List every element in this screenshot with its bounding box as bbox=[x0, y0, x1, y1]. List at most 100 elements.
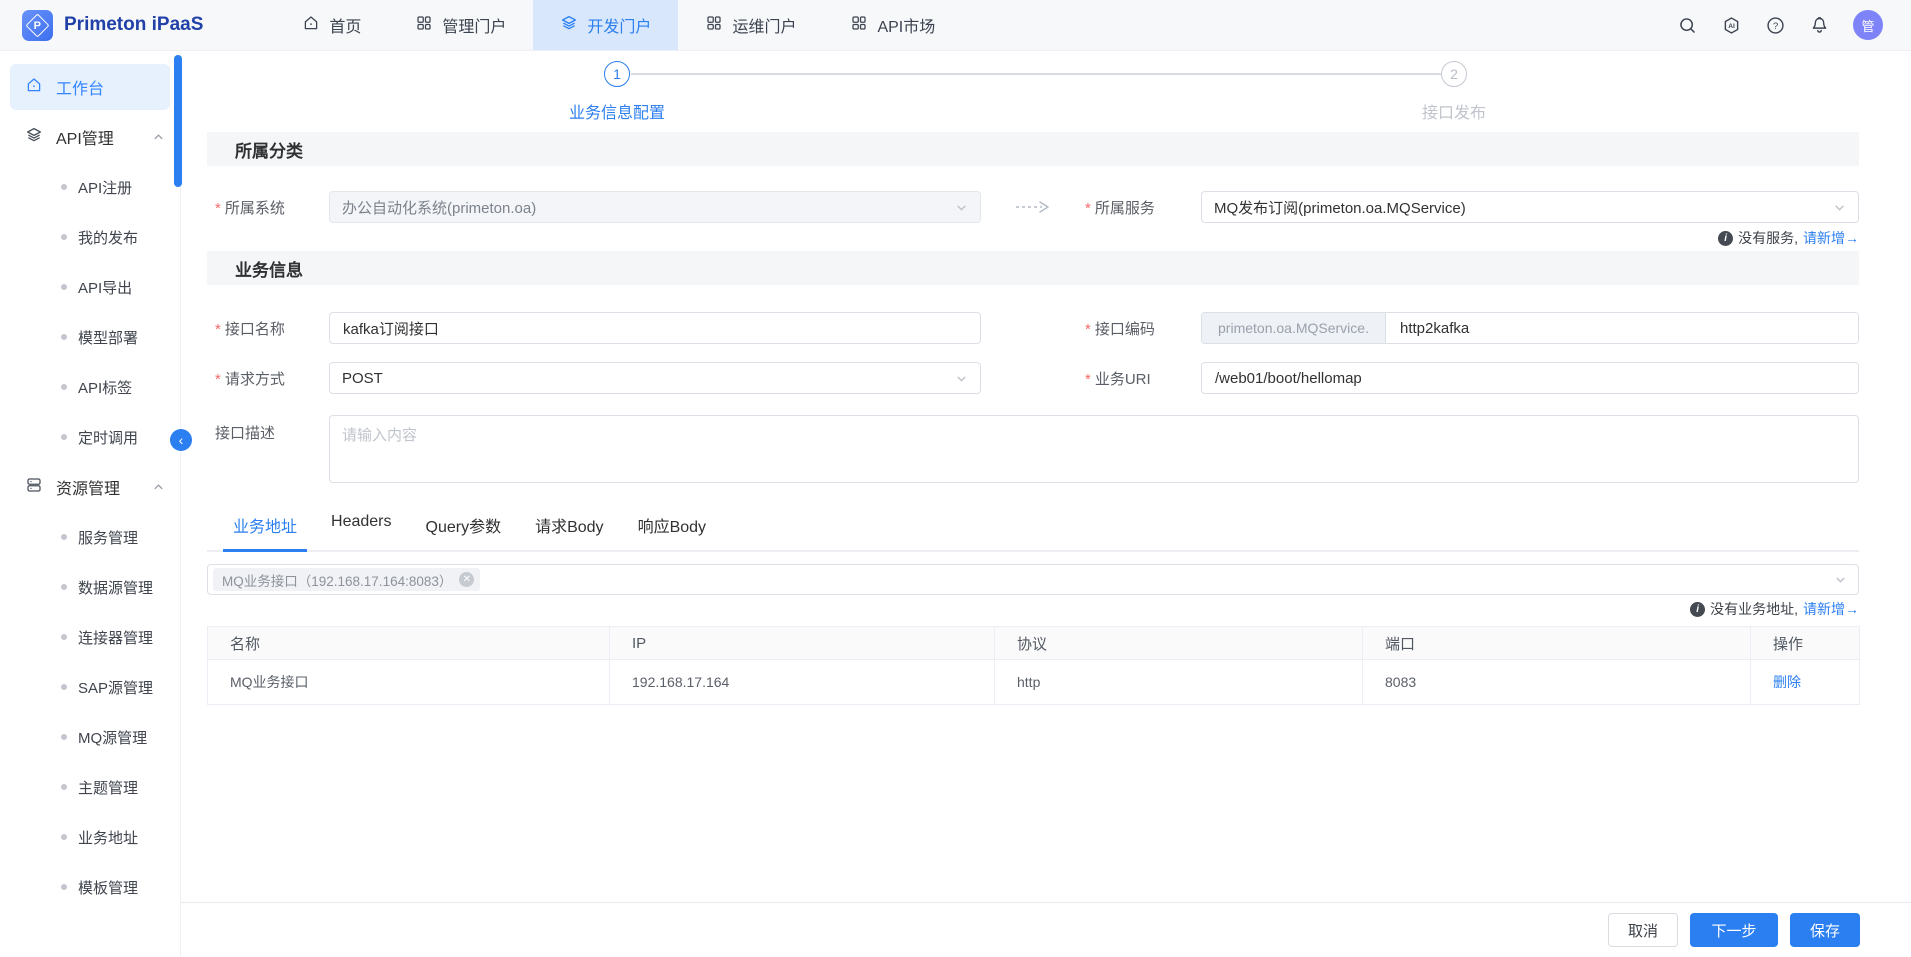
form-footer: 取消 下一步 保存 bbox=[181, 902, 1911, 957]
notice-text: 没有服务, bbox=[1738, 228, 1798, 248]
bullet-icon bbox=[61, 384, 67, 390]
sidebar-item-business-address[interactable]: 业务地址 bbox=[0, 812, 180, 862]
add-service-link[interactable]: 请新增→ bbox=[1803, 228, 1859, 248]
home-icon bbox=[302, 14, 320, 37]
chevron-down-icon bbox=[1834, 573, 1847, 586]
field-label-desc: 接口描述 bbox=[207, 415, 329, 443]
address-tag-chip: MQ业务接口（192.168.17.164:8083） ✕ bbox=[213, 568, 480, 591]
api-code-input[interactable] bbox=[1386, 313, 1858, 343]
sidebar-item-topic-management[interactable]: 主题管理 bbox=[0, 762, 180, 812]
bullet-icon bbox=[61, 334, 67, 340]
home-icon bbox=[25, 76, 43, 99]
sidebar-item-model-deploy[interactable]: 模型部署 bbox=[0, 312, 180, 362]
sidebar-group-api-management[interactable]: API管理 bbox=[0, 112, 180, 162]
business-address-select[interactable]: MQ业务接口（192.168.17.164:8083） ✕ bbox=[207, 564, 1859, 595]
sidebar-item-label: API导出 bbox=[78, 277, 132, 298]
sidebar-item-label: 主题管理 bbox=[78, 777, 138, 798]
bullet-icon bbox=[61, 534, 67, 540]
tab-business-address[interactable]: 业务地址 bbox=[223, 513, 307, 552]
nav-item-api-market[interactable]: API市场 bbox=[823, 0, 962, 50]
sidebar-item-workbench[interactable]: 工作台 bbox=[10, 64, 170, 110]
sidebar-item-my-publish[interactable]: 我的发布 bbox=[0, 212, 180, 262]
nav-item-dev-portal[interactable]: 开发门户 bbox=[533, 0, 678, 50]
system-select[interactable]: 办公自动化系统(primeton.oa) bbox=[329, 191, 981, 223]
field-label-api-code: 接口编码 bbox=[1085, 318, 1201, 339]
col-header-port: 端口 bbox=[1363, 627, 1751, 660]
step-2-circle: 2 bbox=[1441, 61, 1467, 87]
bullet-icon bbox=[61, 184, 67, 190]
bullet-icon bbox=[61, 284, 67, 290]
close-icon[interactable]: ✕ bbox=[459, 572, 474, 587]
address-tag-label: MQ业务接口（192.168.17.164:8083） bbox=[222, 570, 452, 590]
sidebar-item-mq-source-management[interactable]: MQ源管理 bbox=[0, 712, 180, 762]
bullet-icon bbox=[61, 234, 67, 240]
service-select-value: MQ发布订阅(primeton.oa.MQService) bbox=[1214, 197, 1466, 218]
tab-query-params[interactable]: Query参数 bbox=[416, 513, 512, 550]
service-select[interactable]: MQ发布订阅(primeton.oa.MQService) bbox=[1201, 191, 1859, 223]
sidebar: 工作台 API管理 API注册 我的发布 API导出 模型部署 API标签 定时… bbox=[0, 51, 181, 957]
field-label-uri: 业务URI bbox=[1085, 368, 1201, 389]
bullet-icon bbox=[61, 884, 67, 890]
scrollbar-thumb[interactable] bbox=[174, 55, 182, 187]
help-icon[interactable]: ? bbox=[1765, 15, 1786, 36]
sidebar-item-api-tags[interactable]: API标签 bbox=[0, 362, 180, 412]
main-panel: 1 2 业务信息配置 接口发布 所属分类 所属系统 办公自动化系统(primet… bbox=[181, 51, 1911, 957]
cell-protocol: http bbox=[995, 660, 1363, 705]
sidebar-item-label: 模板管理 bbox=[78, 877, 138, 898]
field-label-api-name: 接口名称 bbox=[207, 318, 329, 339]
search-icon[interactable] bbox=[1677, 15, 1698, 36]
save-button[interactable]: 保存 bbox=[1790, 913, 1860, 947]
col-header-ip: IP bbox=[610, 627, 995, 660]
grid-icon bbox=[415, 14, 433, 37]
sidebar-item-service-management[interactable]: 服务管理 bbox=[0, 512, 180, 562]
tab-headers[interactable]: Headers bbox=[321, 513, 401, 550]
sidebar-group-label: 资源管理 bbox=[56, 475, 120, 499]
sidebar-group-resource-management[interactable]: 资源管理 bbox=[0, 462, 180, 512]
brand-logo[interactable]: P Primeton iPaaS bbox=[0, 0, 225, 50]
logo-letter: P bbox=[34, 19, 41, 31]
section-title-business: 业务信息 bbox=[207, 251, 1859, 285]
notification-bell-icon[interactable] bbox=[1809, 15, 1830, 36]
sidebar-item-connector-management[interactable]: 连接器管理 bbox=[0, 612, 180, 662]
sidebar-item-api-register[interactable]: API注册 bbox=[0, 162, 180, 212]
sidebar-item-scheduled-call[interactable]: 定时调用 bbox=[0, 412, 180, 462]
tab-response-body[interactable]: 响应Body bbox=[628, 513, 716, 550]
api-name-input[interactable] bbox=[329, 312, 981, 344]
business-row-3: 接口描述 bbox=[207, 415, 1859, 483]
sidebar-item-sap-source-management[interactable]: SAP源管理 bbox=[0, 662, 180, 712]
sidebar-item-label: 我的发布 bbox=[78, 227, 138, 248]
nav-item-admin-portal[interactable]: 管理门户 bbox=[388, 0, 533, 50]
next-step-button[interactable]: 下一步 bbox=[1690, 913, 1778, 947]
sidebar-group-label: API管理 bbox=[56, 125, 114, 149]
delete-row-link[interactable]: 删除 bbox=[1773, 674, 1801, 690]
method-select[interactable]: POST bbox=[329, 362, 981, 394]
api-code-prefix: primeton.oa.MQService. bbox=[1202, 313, 1386, 343]
nav-item-home[interactable]: 首页 bbox=[275, 0, 388, 50]
nav-label: 运维门户 bbox=[732, 13, 796, 37]
ai-assistant-icon[interactable]: AI bbox=[1721, 15, 1742, 36]
step-1-circle: 1 bbox=[604, 61, 630, 87]
cancel-button[interactable]: 取消 bbox=[1608, 913, 1678, 947]
sidebar-item-template-management[interactable]: 模板管理 bbox=[0, 862, 180, 912]
method-select-value: POST bbox=[342, 370, 383, 387]
add-address-link[interactable]: 请新增→ bbox=[1803, 599, 1859, 619]
cell-ip: 192.168.17.164 bbox=[610, 660, 995, 705]
info-icon: i bbox=[1690, 602, 1705, 617]
business-row-1: 接口名称 接口编码 primeton.oa.MQService. bbox=[207, 312, 1859, 344]
nav-label: 开发门户 bbox=[587, 13, 651, 37]
chevron-down-icon bbox=[1833, 201, 1846, 214]
api-description-textarea[interactable] bbox=[329, 415, 1859, 483]
sidebar-collapse-button[interactable]: ‹ bbox=[170, 429, 192, 451]
tab-request-body[interactable]: 请求Body bbox=[525, 513, 613, 550]
user-avatar[interactable]: 管 bbox=[1853, 10, 1883, 40]
bullet-icon bbox=[61, 834, 67, 840]
sidebar-item-api-export[interactable]: API导出 bbox=[0, 262, 180, 312]
nav-item-ops-portal[interactable]: 运维门户 bbox=[678, 0, 823, 50]
business-uri-input[interactable] bbox=[1201, 362, 1859, 394]
classification-row: 所属系统 办公自动化系统(primeton.oa) 所属服务 MQ发布订阅(pr… bbox=[207, 191, 1859, 223]
stepper: 1 2 业务信息配置 接口发布 bbox=[207, 51, 1859, 132]
col-header-name: 名称 bbox=[208, 627, 610, 660]
sidebar-item-label: API标签 bbox=[78, 377, 132, 398]
step-1-label: 业务信息配置 bbox=[569, 99, 665, 123]
sidebar-item-datasource-management[interactable]: 数据源管理 bbox=[0, 562, 180, 612]
